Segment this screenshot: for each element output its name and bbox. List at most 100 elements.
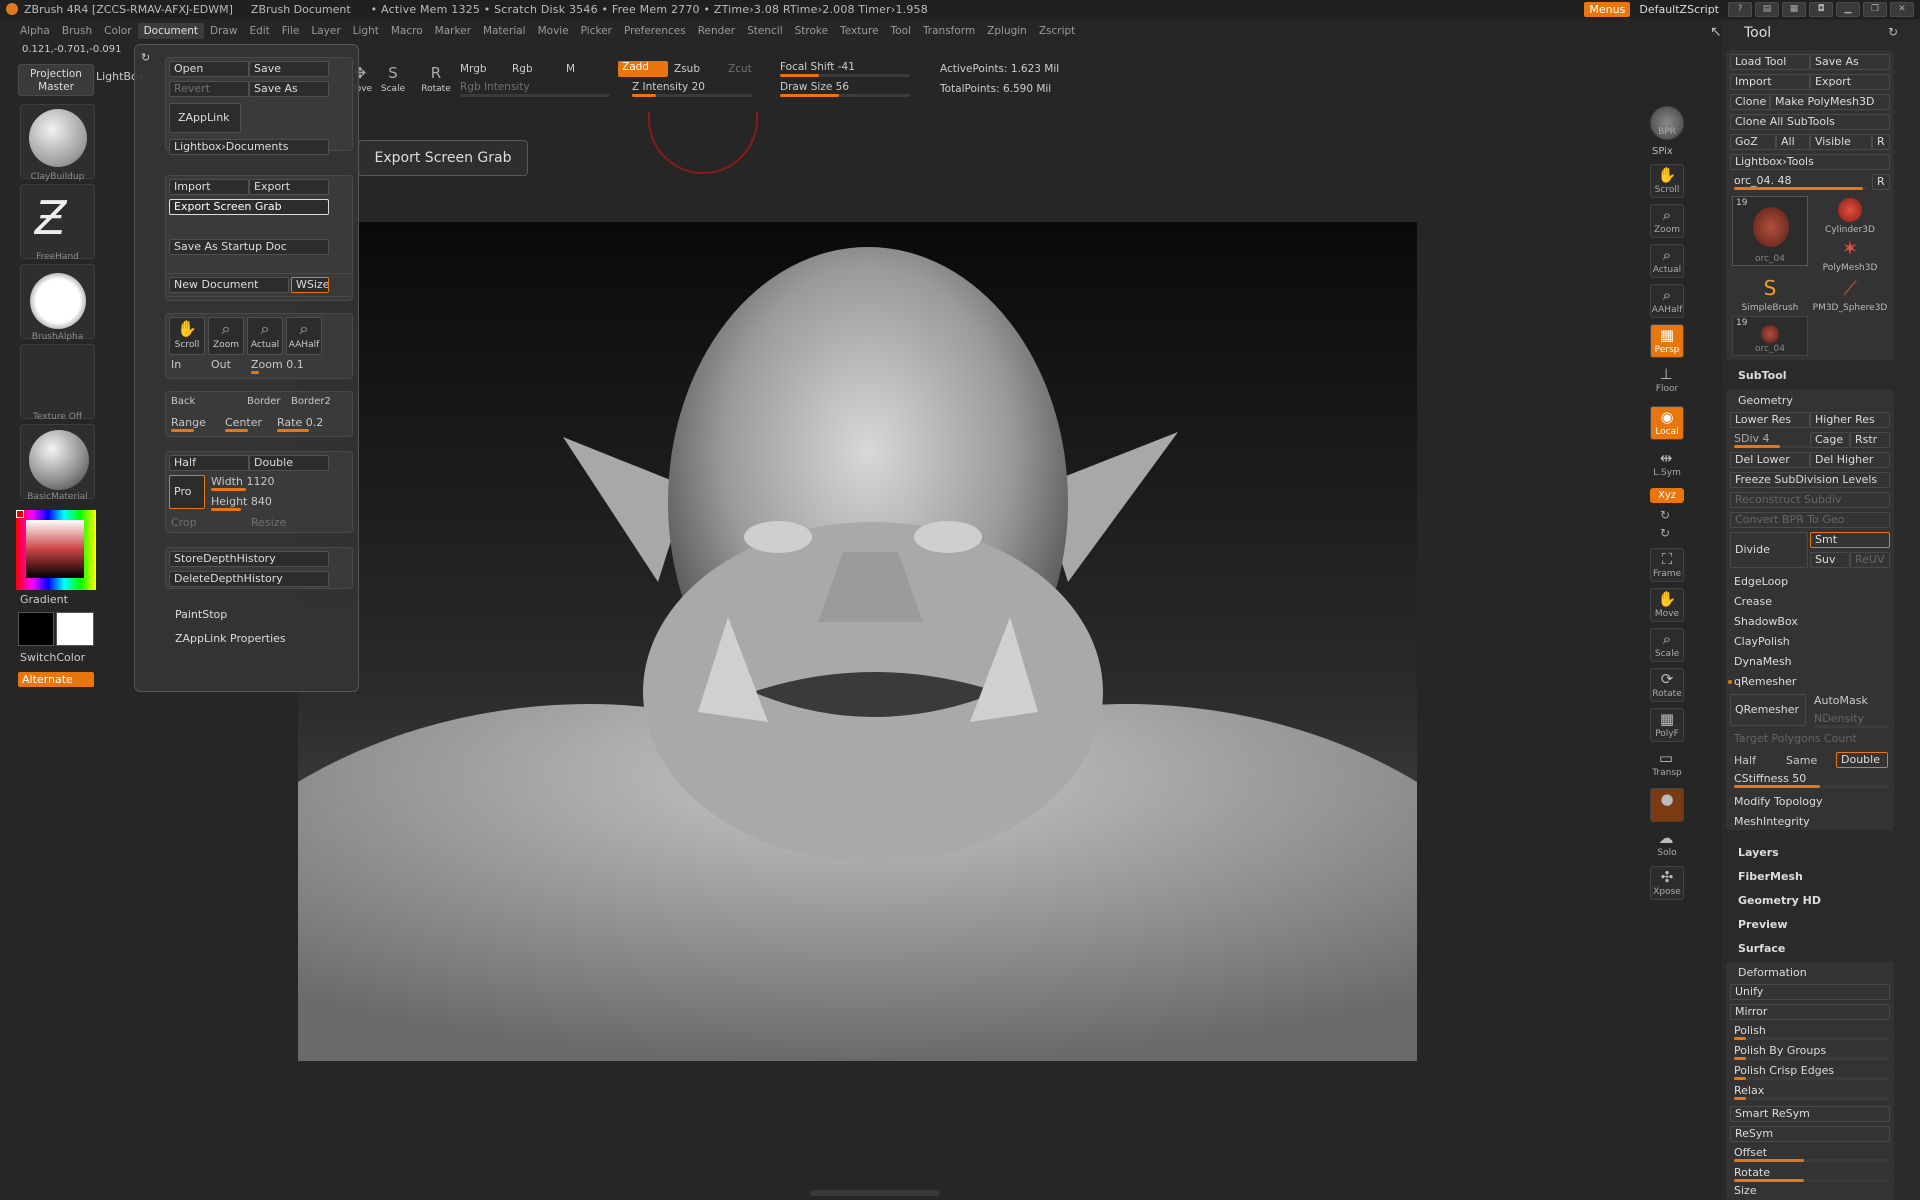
maximize-icon[interactable]: ❐: [1863, 2, 1887, 17]
shelf-actual-button[interactable]: ⌕ Actual: [1650, 244, 1684, 278]
save-as-startup-doc-button[interactable]: Save As Startup Doc: [169, 239, 329, 255]
suv-button[interactable]: Suv: [1810, 552, 1850, 568]
alpha-thumbnail[interactable]: [20, 264, 95, 339]
secondary-color-swatch[interactable]: [56, 612, 94, 646]
shelf-scroll-button[interactable]: ✋ Scroll: [1650, 164, 1684, 198]
tool-thumb-simplebrush[interactable]: S SimpleBrush: [1732, 276, 1808, 314]
range-track[interactable]: [171, 429, 217, 432]
switch-color-button[interactable]: SwitchColor: [20, 651, 85, 664]
shelf-move-button[interactable]: ✋ Move: [1650, 588, 1684, 622]
wsize-button[interactable]: WSize: [291, 277, 329, 293]
zsub-button[interactable]: Zsub: [674, 63, 700, 75]
range-slider[interactable]: Range: [171, 416, 206, 429]
smt-button[interactable]: Smt: [1810, 532, 1890, 548]
tool-import-button[interactable]: Import: [1730, 74, 1810, 90]
rotate-button[interactable]: R Rotate: [420, 64, 452, 94]
zapplink-properties-section[interactable]: ZAppLink Properties: [175, 632, 286, 645]
goz-r-button[interactable]: R: [1872, 134, 1890, 150]
spix-slider[interactable]: SPix: [1652, 146, 1673, 157]
open-button[interactable]: Open: [169, 61, 249, 77]
center-track[interactable]: [225, 429, 271, 432]
save-ui-icon[interactable]: ◘: [1809, 2, 1833, 17]
ndensity-track[interactable]: [1814, 725, 1890, 728]
projection-master-button[interactable]: Projection Master: [18, 64, 94, 96]
deform-rotate-slider[interactable]: Rotate: [1734, 1166, 1770, 1179]
fibermesh-section[interactable]: FiberMesh: [1738, 870, 1803, 883]
shelf-zoom-button[interactable]: ⌕ Zoom: [1650, 204, 1684, 238]
import-button[interactable]: Import: [169, 179, 249, 195]
rate-track[interactable]: [277, 429, 323, 432]
zadd-button[interactable]: Zadd: [618, 61, 668, 77]
border-button[interactable]: Border: [247, 396, 281, 407]
polish-crisp-track[interactable]: [1734, 1077, 1890, 1080]
unify-button[interactable]: Unify: [1730, 984, 1890, 1000]
shelf-scale-button[interactable]: ⌕ Scale: [1650, 628, 1684, 662]
layers-section[interactable]: Layers: [1738, 846, 1779, 859]
export-screen-grab-button[interactable]: Export Screen Grab: [169, 199, 329, 215]
tool-thumb-orc-2[interactable]: 19 orc_04: [1732, 316, 1808, 356]
higher-res-button[interactable]: Higher Res: [1810, 412, 1890, 428]
double-button[interactable]: Double: [249, 455, 329, 471]
floor-button[interactable]: ⊥ Floor: [1650, 364, 1684, 398]
menu-file[interactable]: File: [276, 23, 306, 39]
scroll-button[interactable]: ✋ Scroll: [169, 317, 205, 355]
tool-thumb-polymesh[interactable]: ✶ PolyMesh3D: [1812, 236, 1888, 274]
half-button[interactable]: Half: [169, 455, 249, 471]
frame-button[interactable]: ⛶ Frame: [1650, 548, 1684, 582]
width-slider[interactable]: Width 1120: [211, 475, 274, 488]
menu-document[interactable]: Document: [137, 23, 204, 39]
lightbox-tools-button[interactable]: Lightbox›Tools: [1730, 154, 1890, 170]
tool-export-button[interactable]: Export: [1810, 74, 1890, 90]
rotate-z-icon[interactable]: ↻: [1660, 526, 1670, 540]
geometry-section[interactable]: Geometry: [1738, 394, 1793, 407]
scale-button[interactable]: S Scale: [378, 64, 408, 94]
menu-edit[interactable]: Edit: [243, 23, 275, 39]
crop-button[interactable]: Crop: [171, 516, 197, 529]
menu-brush[interactable]: Brush: [56, 23, 98, 39]
menu-preferences[interactable]: Preferences: [618, 23, 692, 39]
menu-draw[interactable]: Draw: [204, 23, 243, 39]
brush-thumbnail[interactable]: [20, 104, 95, 179]
menu-tool[interactable]: Tool: [885, 23, 917, 39]
menu-marker[interactable]: Marker: [429, 23, 477, 39]
automask-button[interactable]: AutoMask: [1814, 694, 1868, 707]
layout-a-icon[interactable]: ▤: [1755, 2, 1779, 17]
zoom-value-slider[interactable]: Zoom 0.1: [251, 358, 304, 371]
persp-button[interactable]: ▦ Persp: [1650, 324, 1684, 358]
solo-button[interactable]: ☁ Solo: [1650, 828, 1684, 862]
shelf-rotate-button[interactable]: ⟳ Rotate: [1650, 668, 1684, 702]
pin-icon[interactable]: ↖: [1710, 24, 1722, 40]
material-thumbnail[interactable]: [20, 424, 95, 499]
polish-crisp-edges-slider[interactable]: Polish Crisp Edges: [1734, 1064, 1834, 1077]
new-document-button[interactable]: New Document: [169, 277, 289, 293]
height-slider[interactable]: Height 840: [211, 495, 272, 508]
save-button[interactable]: Save: [249, 61, 329, 77]
zcut-button[interactable]: Zcut: [728, 63, 752, 75]
focal-shift-slider[interactable]: Focal Shift -41: [780, 61, 855, 73]
relax-slider[interactable]: Relax: [1734, 1084, 1764, 1097]
paintstop-section[interactable]: PaintStop: [175, 608, 227, 621]
main-color-swatch[interactable]: [18, 612, 54, 646]
goz-all-button[interactable]: All: [1776, 134, 1810, 150]
qremesher-section[interactable]: qRemesher: [1734, 675, 1796, 688]
z-intensity-slider[interactable]: Z Intensity 20: [632, 81, 705, 93]
target-polygons-slider[interactable]: Target Polygons Count: [1734, 732, 1857, 745]
edgeloop-section[interactable]: EdgeLoop: [1734, 575, 1788, 588]
close-icon[interactable]: ✕: [1890, 2, 1914, 17]
del-higher-button[interactable]: Del Higher: [1810, 452, 1890, 468]
polish-by-groups-slider[interactable]: Polish By Groups: [1734, 1044, 1826, 1057]
texture-thumbnail[interactable]: [20, 344, 95, 419]
actual-button[interactable]: ⌕ Actual: [247, 317, 283, 355]
smart-resym-button[interactable]: Smart ReSym: [1730, 1106, 1890, 1122]
revert-button[interactable]: Revert: [169, 81, 249, 97]
claypolish-section[interactable]: ClayPolish: [1734, 635, 1790, 648]
minimize-icon[interactable]: ▁: [1836, 2, 1860, 17]
convert-bpr-button[interactable]: Convert BPR To Geo: [1730, 512, 1890, 528]
ndensity-slider[interactable]: NDensity: [1814, 712, 1864, 725]
divide-button[interactable]: Divide: [1730, 532, 1808, 568]
refresh-icon[interactable]: ↻: [141, 51, 150, 64]
menu-material[interactable]: Material: [477, 23, 532, 39]
tool-thumb-orc-active[interactable]: 19 orc_04: [1732, 196, 1808, 266]
zapplink-button[interactable]: ZAppLink: [169, 103, 241, 133]
rgb-button[interactable]: Rgb: [512, 63, 533, 75]
